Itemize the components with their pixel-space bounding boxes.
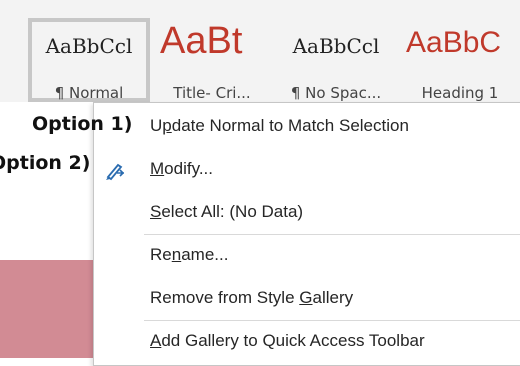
- menu-separator: [144, 234, 520, 235]
- style-normal-caption: ¶ Normal: [54, 84, 124, 102]
- style-normal-tile[interactable]: AaBbCcl ¶ Normal: [28, 18, 150, 102]
- menu-item-remove-from-gallery-label: Remove from Style Gallery: [150, 288, 354, 307]
- annotation-option-1: Option 1): [32, 113, 133, 135]
- menu-item-rename-label: Rename...: [150, 245, 229, 264]
- style-heading1-caption: Heading 1: [421, 84, 499, 102]
- menu-item-select-all-label: Select All: (No Data): [150, 202, 304, 221]
- menu-item-remove-from-gallery[interactable]: Remove from Style Gallery: [150, 281, 353, 315]
- menu-item-select-all[interactable]: Select All: (No Data): [150, 195, 303, 229]
- style-no-spacing-caption: ¶ No Spac...: [290, 84, 382, 102]
- menu-item-rename[interactable]: Rename...: [150, 238, 228, 272]
- menu-item-modify-label: Modify...: [150, 159, 213, 178]
- annotation-option-2: Option 2): [0, 152, 91, 174]
- style-context-menu: Update Normal to Match Selection Modify.…: [93, 102, 520, 366]
- menu-separator: [144, 320, 520, 321]
- style-no-spacing-preview: AaBbCcl: [292, 34, 380, 58]
- menu-item-update-normal-label: Update Normal to Match Selection: [150, 116, 409, 135]
- modify-icon: [106, 163, 125, 181]
- menu-item-modify[interactable]: Modify...: [150, 152, 213, 186]
- style-title-tile[interactable]: AaBt Title- Cri...: [156, 18, 268, 102]
- style-normal-preview: AaBbCcl: [45, 34, 133, 58]
- style-gallery: AaBbCcl ¶ Normal AaBt Title- Cri... AaBb…: [0, 0, 520, 103]
- style-title-caption: Title- Cri...: [173, 84, 251, 102]
- style-heading1-preview: AaBbC: [406, 26, 502, 59]
- menu-item-update-normal[interactable]: Update Normal to Match Selection: [150, 109, 409, 143]
- menu-item-add-gallery-to-qat[interactable]: Add Gallery to Quick Access Toolbar: [150, 324, 425, 358]
- style-heading1-tile[interactable]: AaBbC Heading 1: [400, 18, 520, 102]
- menu-item-add-gallery-to-qat-label: Add Gallery to Quick Access Toolbar: [150, 331, 425, 350]
- style-no-spacing-tile[interactable]: AaBbCcl ¶ No Spac...: [280, 18, 392, 102]
- style-title-preview: AaBt: [160, 20, 243, 62]
- document-pink-shape: [0, 260, 93, 358]
